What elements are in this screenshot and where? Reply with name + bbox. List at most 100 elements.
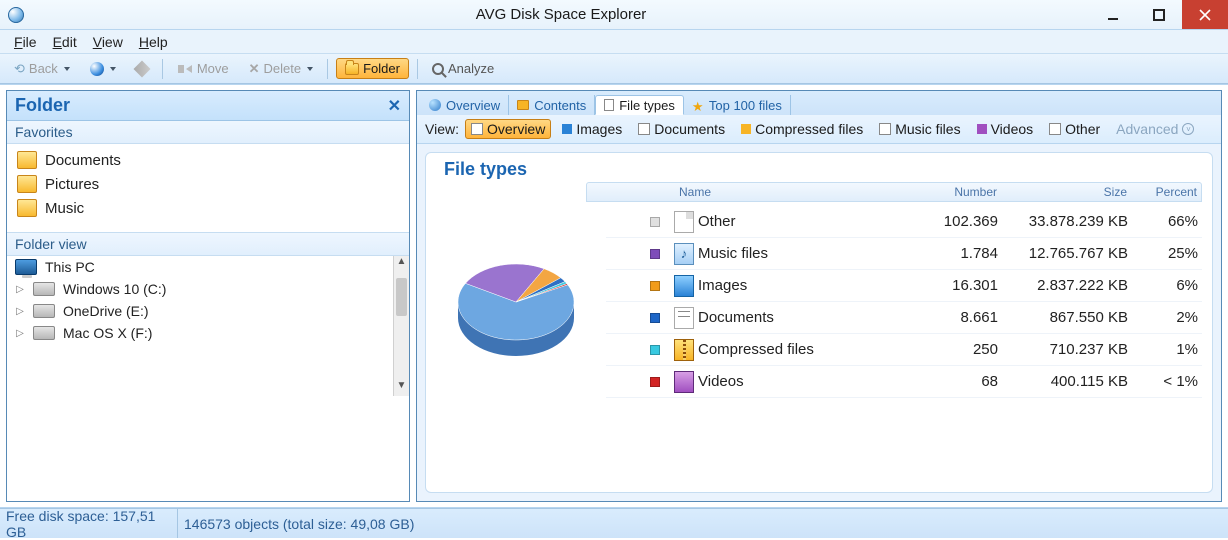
table-row[interactable]: Images16.3012.837.222 KB6% (606, 270, 1202, 302)
folder-panel-header: Folder ✕ (7, 91, 409, 121)
delete-button[interactable]: ✕ Delete (243, 58, 319, 80)
docs-icon (674, 307, 694, 329)
back-button[interactable]: ⟲ Back (8, 58, 76, 80)
pen-icon (133, 60, 150, 77)
row-name: Other (698, 213, 908, 230)
file-types-panel: File types Name Number Size Percent Othe… (425, 152, 1213, 493)
row-percent: 6% (1128, 277, 1198, 294)
globe-icon (90, 62, 104, 76)
toolbar-separator (327, 59, 328, 79)
col-name[interactable]: Name (679, 185, 907, 199)
menu-file[interactable]: File (8, 32, 43, 52)
col-percent[interactable]: Percent (1127, 185, 1197, 199)
tree-drive-f[interactable]: ▷Mac OS X (F:) (7, 322, 409, 344)
maximize-button[interactable] (1136, 0, 1182, 29)
window-controls (1090, 0, 1228, 29)
minimize-button[interactable] (1090, 0, 1136, 29)
menu-view[interactable]: View (87, 32, 129, 52)
view-item-label: Compressed files (755, 121, 863, 137)
row-size: 12.765.767 KB (998, 245, 1128, 262)
tree-scrollbar[interactable]: ▲ ▼ (393, 256, 409, 396)
view-label: View: (425, 121, 459, 137)
view-filter-bar: View: Overview Images Documents Compress… (417, 115, 1221, 144)
table-row[interactable]: Music files1.78412.765.767 KB25% (606, 238, 1202, 270)
table-row[interactable]: Documents8.661867.550 KB2% (606, 302, 1202, 334)
row-number: 8.661 (908, 309, 998, 326)
tab-file-types[interactable]: File types (595, 95, 684, 115)
expander-icon[interactable]: ▷ (15, 306, 25, 317)
view-advanced[interactable]: Advanced ˅ (1111, 120, 1199, 138)
legend-swatch (650, 313, 660, 323)
menu-edit[interactable]: Edit (47, 32, 83, 52)
dropdown-icon: ˅ (1182, 123, 1194, 135)
folder-view-section: Folder view This PC ▷Windows 10 (C:) ▷On… (7, 232, 409, 501)
row-name: Images (698, 277, 908, 294)
tree-label: This PC (45, 259, 95, 275)
move-button[interactable]: Move (171, 58, 235, 80)
analyze-button[interactable]: Analyze (426, 58, 500, 79)
video-icon (977, 124, 987, 134)
delete-label: Delete (264, 61, 302, 76)
table-row[interactable]: Other102.36933.878.239 KB66% (606, 206, 1202, 238)
tree-label: OneDrive (E:) (63, 303, 149, 319)
folder-button[interactable]: Folder (336, 58, 409, 79)
table-row[interactable]: Videos68400.115 KB< 1% (606, 366, 1202, 398)
expander-icon[interactable]: ▷ (15, 284, 25, 295)
tab-label: Top 100 files (709, 98, 782, 113)
view-videos[interactable]: Videos (972, 120, 1039, 138)
tab-label: File types (619, 98, 675, 113)
tab-top-100[interactable]: ★Top 100 files (684, 95, 791, 115)
view-documents[interactable]: Documents (633, 120, 730, 138)
chevron-down-icon (110, 67, 116, 71)
analyze-label: Analyze (448, 61, 494, 76)
scroll-down-icon[interactable]: ▼ (394, 380, 409, 396)
favorite-documents[interactable]: Documents (7, 148, 409, 172)
view-item-label: Music files (895, 121, 960, 137)
favorites-header: Favorites (7, 121, 409, 144)
view-compressed[interactable]: Compressed files (736, 120, 868, 138)
tree-drive-e[interactable]: ▷ OneDrive (E:) (7, 300, 409, 322)
row-number: 250 (908, 341, 998, 358)
tab-contents[interactable]: Contents (509, 95, 595, 115)
row-size: 400.115 KB (998, 373, 1128, 390)
row-percent: 2% (1128, 309, 1198, 326)
view-item-label: Overview (487, 121, 545, 137)
tab-overview[interactable]: Overview (421, 95, 509, 115)
view-images[interactable]: Images (557, 120, 627, 138)
legend-swatch (650, 217, 660, 227)
menu-help[interactable]: Help (133, 32, 174, 52)
overview-icon (471, 123, 483, 135)
view-music[interactable]: Music files (874, 120, 965, 138)
expander-icon[interactable]: ▷ (15, 328, 25, 339)
move-icon (177, 61, 193, 77)
panel-title: File types (444, 159, 1202, 180)
music-icon (879, 123, 891, 135)
toolbar: ⟲ Back Move ✕ Delete Folder Analyze (0, 54, 1228, 84)
table-row[interactable]: Compressed files250710.237 KB1% (606, 334, 1202, 366)
view-overview[interactable]: Overview (465, 119, 551, 139)
folder-icon (517, 100, 529, 110)
vid-icon (674, 371, 694, 393)
tree-this-pc[interactable]: This PC (7, 256, 409, 278)
scroll-up-icon[interactable]: ▲ (394, 256, 409, 272)
delete-x-icon: ✕ (249, 61, 260, 77)
home-button[interactable] (84, 59, 122, 79)
favorite-pictures[interactable]: Pictures (7, 172, 409, 196)
row-name: Music files (698, 245, 908, 262)
close-panel-icon[interactable]: ✕ (388, 96, 401, 116)
col-number[interactable]: Number (907, 185, 997, 199)
col-size[interactable]: Size (997, 185, 1127, 199)
statusbar: Free disk space: 157,51 GB 146573 object… (0, 508, 1228, 538)
view-other[interactable]: Other (1044, 120, 1105, 138)
tree-drive-c[interactable]: ▷Windows 10 (C:) (7, 278, 409, 300)
scroll-thumb[interactable] (396, 278, 407, 316)
favorite-music[interactable]: Music (7, 196, 409, 220)
drive-icon (33, 304, 55, 318)
close-window-button[interactable] (1182, 0, 1228, 29)
doc-icon (674, 211, 694, 233)
edit-pen-button[interactable] (130, 60, 154, 78)
file-types-table: Other102.36933.878.239 KB66%Music files1… (606, 206, 1202, 398)
folder-icon (17, 175, 37, 193)
documents-icon (638, 123, 650, 135)
zip-icon (741, 124, 751, 134)
